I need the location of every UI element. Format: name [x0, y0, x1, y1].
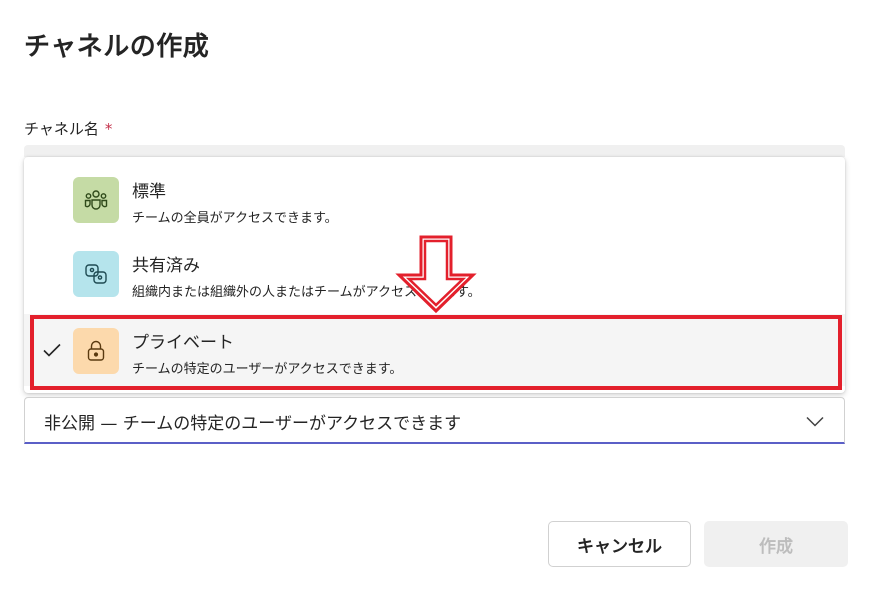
chevron-down-icon: [806, 416, 824, 427]
dialog-title: チャネルの作成: [24, 32, 210, 62]
option-standard-title: 標準: [132, 182, 166, 202]
red-highlight-box: [30, 315, 842, 390]
channel-name-label: チャネル名 *: [24, 118, 112, 139]
required-mark: *: [104, 120, 113, 138]
red-down-arrow: [395, 235, 477, 314]
privacy-select[interactable]: 非公開 — チームの特定のユーザーがアクセスできます: [24, 397, 845, 444]
cancel-button[interactable]: キャンセル: [548, 521, 691, 567]
option-shared-title: 共有済み: [132, 256, 200, 276]
people-team-icon: [73, 177, 119, 223]
option-standard-description: チームの全員がアクセスできます。: [132, 211, 338, 226]
privacy-select-value: 非公開 — チームの特定のユーザーがアクセスできます: [44, 414, 462, 434]
option-standard[interactable]: 標準 チームの全員がアクセスできます。: [24, 163, 845, 237]
channel-name-input[interactable]: [24, 145, 845, 157]
shared-link-icon: [73, 251, 119, 297]
create-button[interactable]: 作成: [704, 521, 848, 567]
channel-name-label-text: チャネル名: [24, 120, 99, 138]
